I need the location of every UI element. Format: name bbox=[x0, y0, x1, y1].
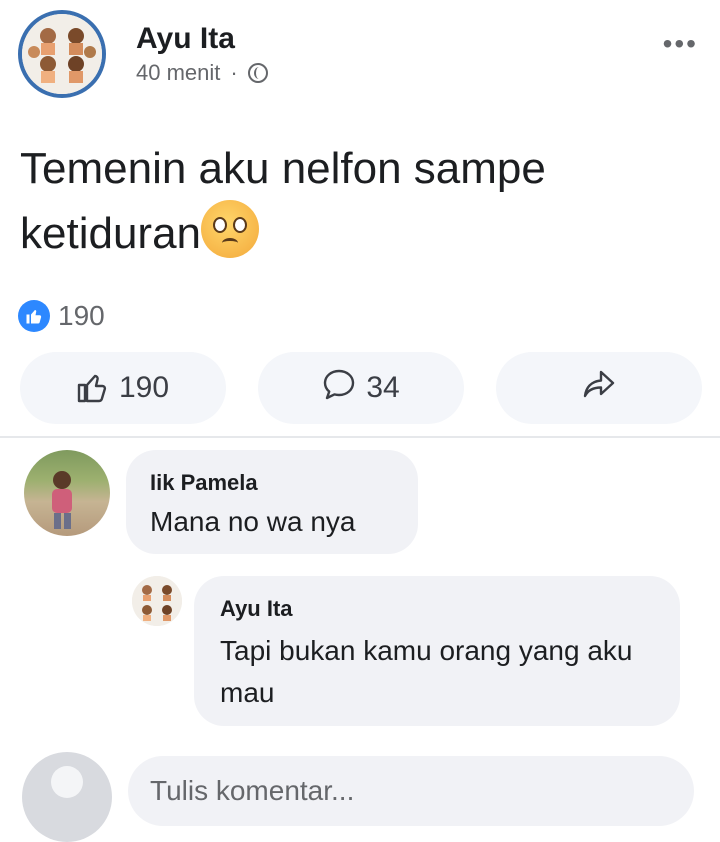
reaction-summary[interactable]: 190 bbox=[18, 300, 105, 332]
more-options-button[interactable]: ••• bbox=[663, 28, 698, 60]
comment-text: Mana no wa nya bbox=[150, 506, 356, 537]
avatar-photo bbox=[52, 471, 72, 529]
reply-author-avatar[interactable] bbox=[132, 576, 182, 626]
share-button[interactable] bbox=[496, 352, 702, 424]
post-text: Temenin aku nelfon sampe ketiduran bbox=[20, 144, 546, 258]
comment-bubble bbox=[126, 450, 418, 554]
comment-count: 34 bbox=[366, 371, 400, 404]
comment-bubble-icon bbox=[322, 368, 356, 408]
post-meta: 40 menit · bbox=[136, 60, 268, 86]
author-avatar[interactable] bbox=[18, 10, 106, 98]
commenter-avatar[interactable] bbox=[24, 450, 110, 536]
reply-author[interactable]: Ayu Ita bbox=[220, 596, 293, 622]
avatar-photo-collage bbox=[132, 576, 182, 626]
avatar-photo-collage bbox=[22, 14, 102, 94]
post-author-name[interactable]: Ayu Ita bbox=[136, 22, 235, 56]
share-arrow-icon bbox=[582, 369, 616, 407]
like-count: 190 bbox=[118, 371, 170, 404]
divider bbox=[0, 436, 720, 438]
more-dots-icon: ••• bbox=[662, 28, 698, 59]
current-user-avatar bbox=[22, 752, 112, 842]
reply-text: Tapi bukan kamu orang yang aku mau bbox=[220, 635, 633, 708]
like-button[interactable]: 190 bbox=[20, 352, 226, 424]
comment-button[interactable]: 34 bbox=[258, 352, 464, 424]
pleading-face-emoji bbox=[201, 200, 260, 258]
meta-separator: · bbox=[230, 60, 238, 85]
post-time[interactable]: 40 menit bbox=[136, 60, 220, 86]
like-reaction-icon bbox=[18, 300, 50, 332]
comment-input[interactable] bbox=[128, 756, 694, 826]
comment-author[interactable]: Iik Pamela bbox=[150, 470, 258, 496]
post-body: Temenin aku nelfon sampe ketiduran bbox=[20, 138, 710, 265]
globe-icon bbox=[247, 63, 268, 83]
thumbs-up-icon bbox=[77, 373, 109, 403]
reaction-count: 190 bbox=[58, 300, 105, 331]
